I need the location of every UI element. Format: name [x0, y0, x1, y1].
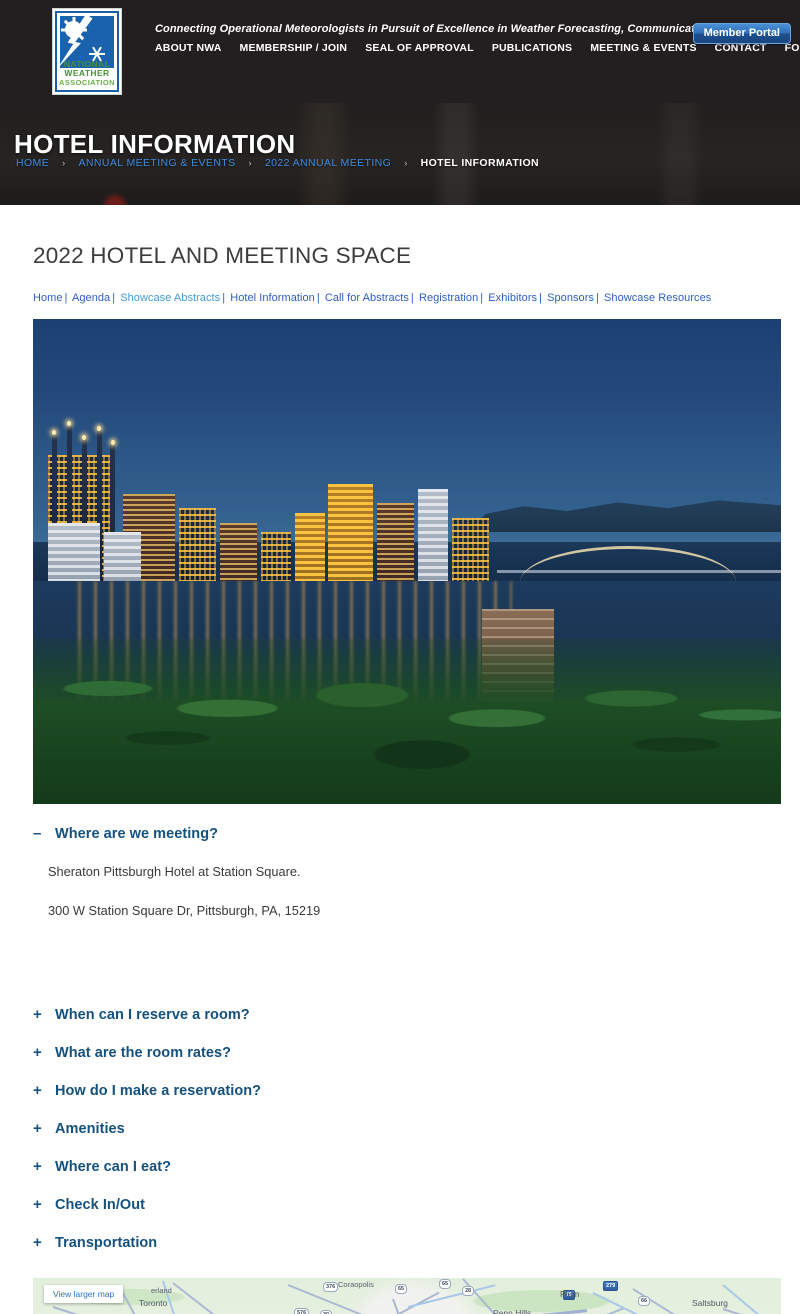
- sublink-separator: |: [410, 292, 414, 304]
- accordion-plus-icon: +: [33, 1157, 42, 1175]
- breadcrumb-item-home[interactable]: HOME: [16, 157, 49, 169]
- accordion-item-when-can-i-reserve-a-room: + When can I reserve a room?: [33, 1006, 781, 1023]
- page-root: NATIONAL WEATHER ASSOCIATION Connecting …: [0, 0, 800, 1314]
- accordion-item-amenities: + Amenities: [33, 1120, 781, 1137]
- map-place-label: Penn Hills: [493, 1307, 532, 1314]
- google-map-embed[interactable]: 3766527979576303079376222222182837666301…: [33, 1277, 781, 1314]
- hotel-name: Sheraton Pittsburgh Hotel at Station Squ…: [48, 864, 301, 879]
- accordion-header-where-can-i-eat[interactable]: + Where can I eat?: [33, 1158, 781, 1175]
- breadcrumb-item-annual-meeting-events[interactable]: ANNUAL MEETING & EVENTS: [79, 157, 236, 169]
- accordion-item-transportation: + Transportation: [33, 1234, 781, 1251]
- nav-item-publications[interactable]: PUBLICATIONS: [492, 42, 572, 54]
- accordion-item-where-are-we-meeting: – Where are we meeting? Sheraton Pittsbu…: [33, 825, 781, 920]
- accordion-title: What are the room rates?: [55, 1044, 232, 1061]
- nwa-logo[interactable]: NATIONAL WEATHER ASSOCIATION: [52, 8, 122, 95]
- map-place-label: Saltsburg: [692, 1297, 728, 1308]
- breadcrumb-separator-icon: ›: [62, 158, 66, 168]
- logo-wordmark: NATIONAL WEATHER ASSOCIATION: [57, 60, 117, 88]
- nav-item-about-nwa[interactable]: ABOUT NWA: [155, 42, 222, 54]
- accordion-title: Where can I eat?: [55, 1158, 172, 1175]
- sublink-separator: |: [112, 292, 116, 304]
- map-route-shield: 65: [395, 1283, 408, 1294]
- sublink-showcase-abstracts[interactable]: Showcase Abstracts: [120, 292, 220, 304]
- site-header: NATIONAL WEATHER ASSOCIATION Connecting …: [0, 0, 800, 103]
- main-content: 2022 HOTEL AND MEETING SPACE Home | Agend…: [0, 205, 800, 1314]
- sublink-home[interactable]: Home: [33, 292, 63, 304]
- sublink-exhibitors[interactable]: Exhibitors: [488, 292, 537, 304]
- accordion-item-where-can-i-eat: + Where can I eat?: [33, 1158, 781, 1175]
- breadcrumb-separator-icon: ›: [404, 158, 408, 168]
- logo-line-2: WEATHER: [64, 68, 110, 78]
- map-route-shield: 376: [323, 1281, 339, 1292]
- nav-item-meeting-events[interactable]: MEETING & EVENTS: [590, 42, 696, 54]
- accordion-header-amenities[interactable]: + Amenities: [33, 1120, 781, 1137]
- accordion-title: Transportation: [55, 1234, 158, 1251]
- member-portal-button[interactable]: Member Portal: [692, 23, 791, 44]
- accordion-header-what-are-the-room-rates[interactable]: + What are the room rates?: [33, 1044, 781, 1061]
- map-route-shield: 66: [638, 1295, 651, 1306]
- page-title: HOTEL INFORMATION: [14, 129, 296, 160]
- accordion-item-how-do-i-make-a-reservation: + How do I make a reservation?: [33, 1082, 781, 1099]
- accordion-item-check-in-out: + Check In/Out: [33, 1196, 781, 1213]
- event-sublinks: Home | Agenda | Showcase Abstracts | Hotel …: [0, 269, 800, 304]
- sublink-agenda[interactable]: Agenda: [72, 292, 110, 304]
- map-place-label: Coraopolis: [338, 1279, 374, 1289]
- logo-frame: NATIONAL WEATHER ASSOCIATION: [55, 11, 119, 92]
- content-heading: 2022 HOTEL AND MEETING SPACE: [33, 243, 412, 268]
- accordion-title: Check In/Out: [55, 1196, 146, 1213]
- accordion-header-where-are-we-meeting[interactable]: – Where are we meeting?: [33, 825, 781, 842]
- map-route-shield: 576: [294, 1307, 310, 1314]
- sublink-separator: |: [539, 292, 542, 304]
- sublink-showcase-resources[interactable]: Showcase Resources: [604, 292, 711, 304]
- accordion-plus-icon: +: [33, 1233, 42, 1251]
- sublink-separator: |: [64, 292, 68, 304]
- sublink-registration[interactable]: Registration: [419, 292, 478, 304]
- logo-line-3: ASSOCIATION: [59, 78, 115, 87]
- hotel-address: 300 W Station Square Dr, Pittsburgh, PA,…: [48, 902, 321, 918]
- nav-item-seal-of-approval[interactable]: SEAL OF APPROVAL: [365, 42, 474, 54]
- breadcrumb-item-2022-annual-meeting[interactable]: 2022 ANNUAL MEETING: [265, 157, 391, 169]
- accordion-plus-icon: +: [33, 1119, 42, 1137]
- map-route-shield: 65: [439, 1278, 452, 1289]
- accordion-plus-icon: +: [33, 1195, 42, 1213]
- accordion-header-when-can-i-reserve-a-room[interactable]: + When can I reserve a room?: [33, 1006, 781, 1023]
- map-route-shield: 279: [603, 1280, 619, 1291]
- sublink-hotel-information[interactable]: Hotel Information: [230, 292, 315, 304]
- photo-foreground-trees: [33, 639, 781, 804]
- pittsburgh-skyline-photo: [33, 319, 781, 804]
- sublink-separator: |: [595, 292, 599, 304]
- faq-accordion: – Where are we meeting? Sheraton Pittsbu…: [33, 825, 781, 1251]
- view-larger-map-button[interactable]: View larger map: [44, 1284, 124, 1303]
- breadcrumb-item-current: HOTEL INFORMATION: [420, 157, 540, 169]
- map-route-shield: 30: [320, 1309, 333, 1314]
- page-hero-banner: HOTEL INFORMATION HOME › ANNUAL MEETING …: [0, 103, 800, 205]
- accordion-plus-icon: +: [33, 1043, 42, 1061]
- accordion-title: Where are we meeting?: [55, 826, 219, 842]
- site-tagline: Connecting Operational Meteorologists in…: [155, 23, 778, 35]
- accordion-plus-icon: +: [33, 1005, 42, 1023]
- map-route-shield: 28: [462, 1285, 475, 1296]
- sublink-separator: |: [316, 292, 320, 304]
- sublink-separator: |: [222, 292, 226, 304]
- accordion-header-how-do-i-make-a-reservation[interactable]: + How do I make a reservation?: [33, 1082, 781, 1099]
- breadcrumb: HOME › ANNUAL MEETING & EVENTS › 2022 AN…: [16, 157, 539, 169]
- accordion-body-where-are-we-meeting: Sheraton Pittsburgh Hotel at Station Squ…: [33, 863, 781, 920]
- accordion-header-transportation[interactable]: + Transportation: [33, 1234, 781, 1251]
- accordion-title: When can I reserve a room?: [55, 1006, 250, 1023]
- sublink-sponsors[interactable]: Sponsors: [547, 292, 594, 304]
- accordion-header-check-in-out[interactable]: + Check In/Out: [33, 1196, 781, 1213]
- accordion-item-what-are-the-room-rates: + What are the room rates?: [33, 1044, 781, 1061]
- accordion-plus-icon: +: [33, 1081, 42, 1099]
- nav-item-membership-join[interactable]: MEMBERSHIP / JOIN: [240, 42, 348, 54]
- sublink-call-for-abstracts[interactable]: Call for Abstracts: [325, 292, 409, 304]
- sublink-separator: |: [480, 292, 484, 304]
- accordion-title: How do I make a reservation?: [55, 1082, 262, 1099]
- breadcrumb-separator-icon: ›: [248, 158, 252, 168]
- accordion-title: Amenities: [55, 1120, 125, 1137]
- map-place-label: Toronto: [139, 1297, 168, 1308]
- map-place-label: erland: [151, 1285, 172, 1295]
- photo-bridge: [496, 532, 781, 600]
- accordion-minus-icon: –: [33, 825, 42, 842]
- map-place-label: Plum: [560, 1288, 580, 1299]
